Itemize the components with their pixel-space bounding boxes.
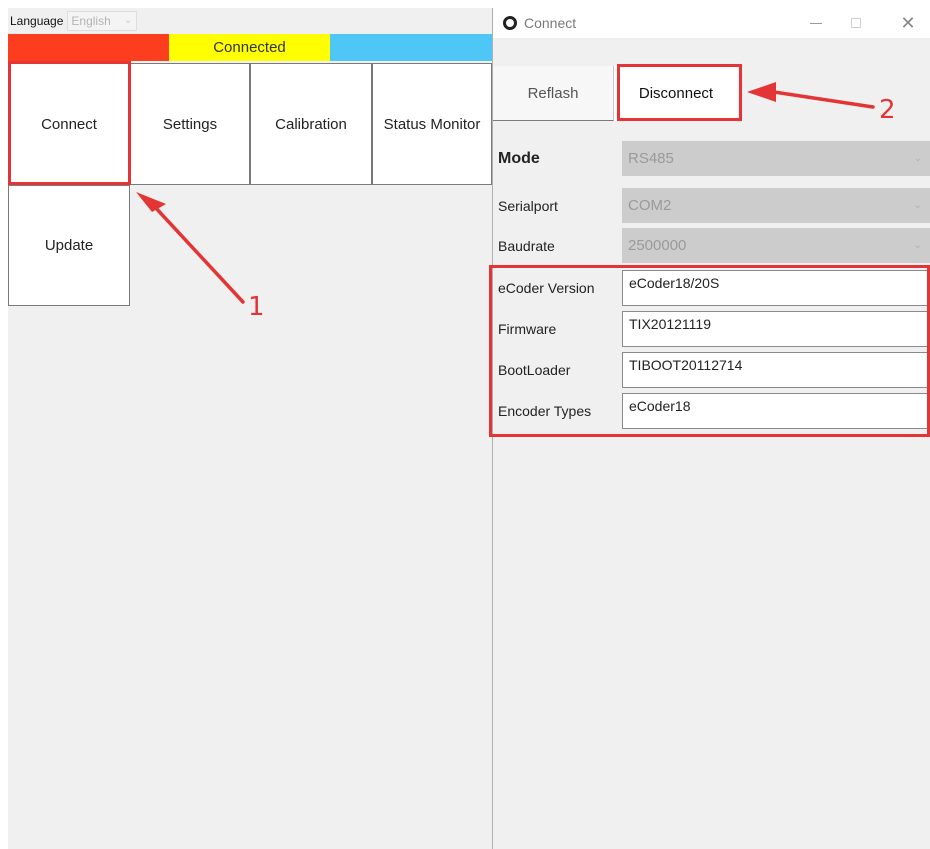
mode-select[interactable]: RS485 ⌄: [622, 141, 930, 176]
chevron-down-icon: ⌄: [913, 200, 922, 211]
minimize-icon: [810, 22, 822, 24]
status-segment-right: [330, 34, 492, 61]
annotation-number-1: 1: [248, 292, 265, 322]
serialport-value: COM2: [628, 197, 672, 214]
language-value: English: [71, 14, 111, 28]
maximize-icon: [851, 18, 861, 28]
reflash-tab[interactable]: Reflash: [493, 66, 614, 121]
mode-label: Mode: [498, 149, 540, 167]
disconnect-highlight-box: [617, 64, 742, 121]
connection-status-bar: Connected: [8, 34, 492, 61]
chevron-down-icon: ⌄: [913, 240, 922, 251]
language-row: Language English ⌄: [8, 8, 492, 34]
language-select[interactable]: English ⌄: [67, 11, 138, 31]
annotation-number-2: 2: [879, 95, 896, 125]
update-tile-button[interactable]: Update: [8, 185, 130, 306]
chevron-down-icon: ⌄: [124, 15, 133, 26]
close-icon: ✕: [900, 12, 916, 33]
dialog-title-bar: Connect ✕: [493, 8, 930, 38]
connect-highlight-box: [8, 61, 131, 185]
baudrate-label: Baudrate: [498, 237, 555, 254]
status-monitor-tile-button[interactable]: Status Monitor: [372, 63, 492, 185]
baudrate-row: Baudrate 2500000 ⌄: [493, 228, 930, 263]
mode-value: RS485: [628, 150, 674, 167]
status-text: Connected: [169, 34, 330, 61]
calibration-tile-button[interactable]: Calibration: [250, 63, 372, 185]
maximize-button[interactable]: [836, 8, 876, 38]
chevron-down-icon: ⌄: [913, 153, 922, 164]
language-label: Language: [10, 14, 64, 28]
baudrate-value: 2500000: [628, 237, 687, 254]
app-logo-icon: [503, 16, 517, 30]
serialport-row: Serialport COM2 ⌄: [493, 188, 930, 223]
settings-tile-button[interactable]: Settings: [130, 63, 250, 185]
close-button[interactable]: ✕: [888, 8, 928, 38]
dialog-title: Connect: [524, 15, 577, 31]
serialport-label: Serialport: [498, 197, 558, 214]
status-segment-left: [8, 34, 169, 61]
baudrate-select[interactable]: 2500000 ⌄: [622, 228, 930, 263]
minimize-button[interactable]: [796, 8, 836, 38]
device-info-highlight-box: [489, 265, 930, 437]
serialport-select[interactable]: COM2 ⌄: [622, 188, 930, 223]
mode-row: Mode RS485 ⌄: [493, 141, 930, 176]
